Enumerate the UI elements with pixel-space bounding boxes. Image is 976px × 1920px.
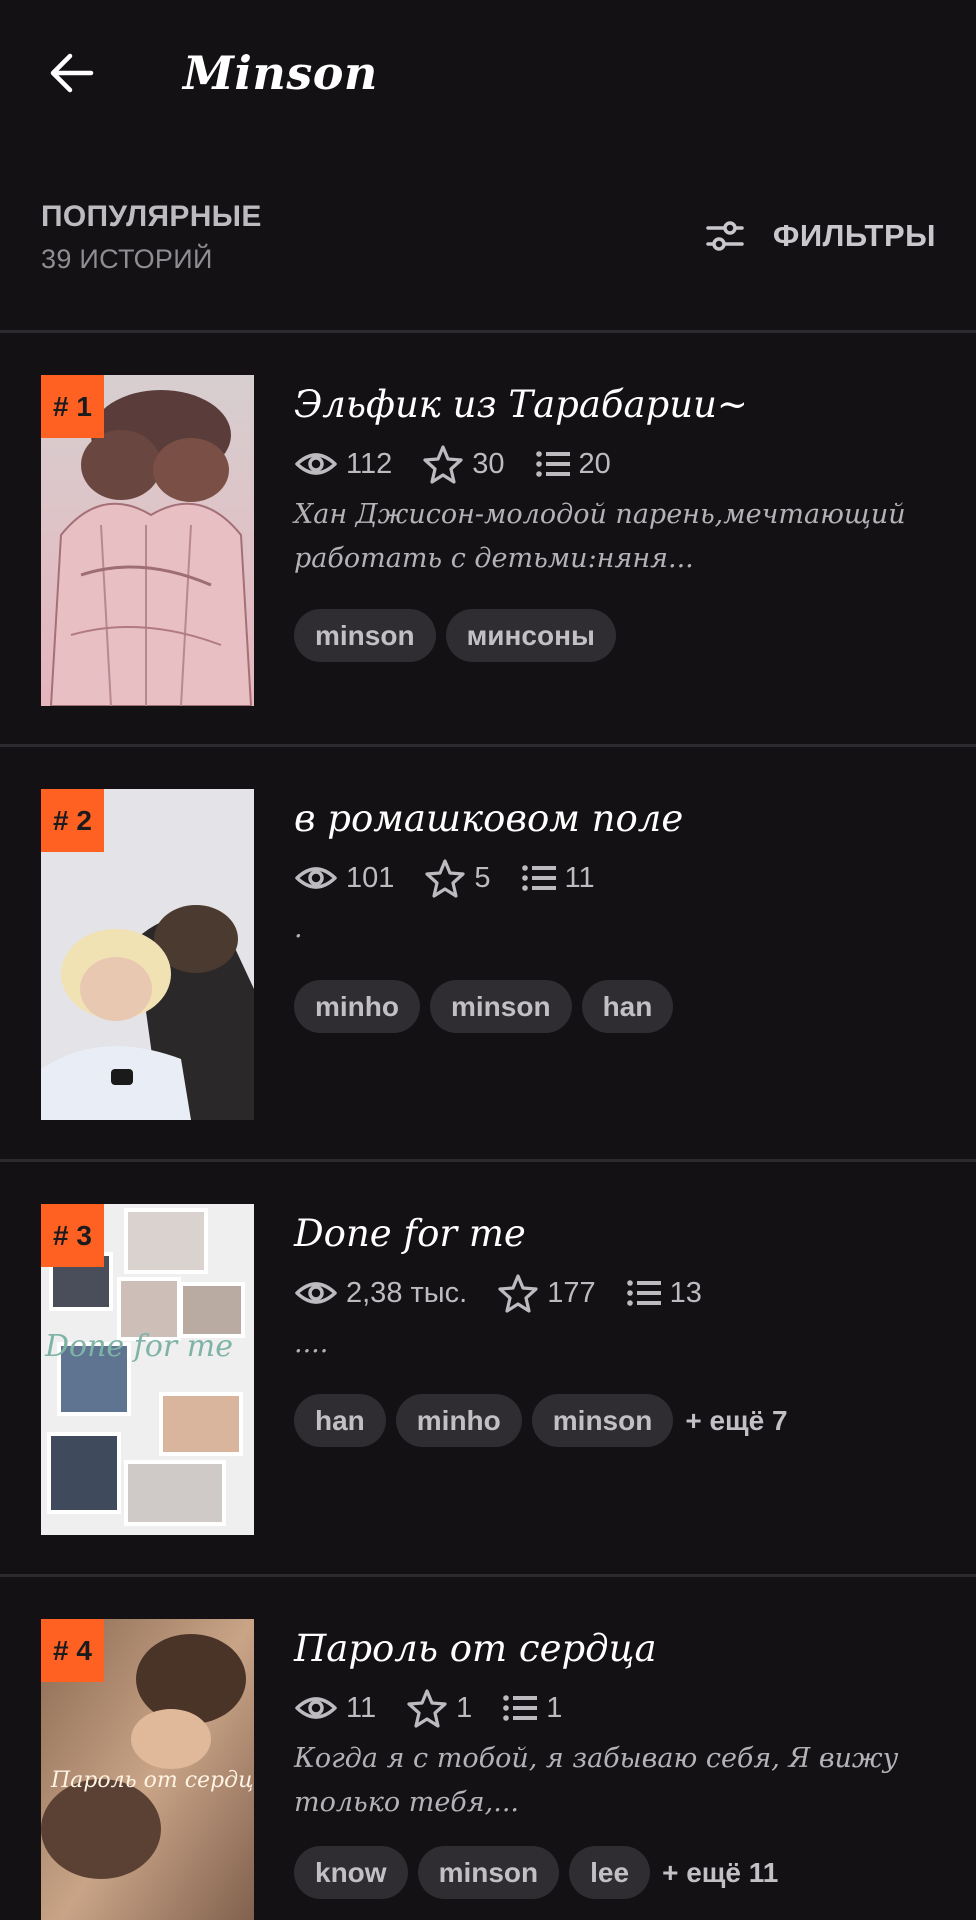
tag-chip[interactable]: minson [531, 1394, 674, 1447]
story-card[interactable]: Пароль от сердца # 4 Пароль от сердца 11… [0, 1575, 976, 1920]
story-cover[interactable]: Done for me # 3 [41, 1204, 254, 1535]
story-title[interactable]: Done for me [294, 1212, 946, 1255]
parts-stat: 13 [626, 1277, 702, 1310]
parts-stat: 11 [521, 862, 595, 895]
tag-chip[interactable]: minson [430, 980, 572, 1033]
tag-list: minho minson han [294, 980, 674, 1033]
eye-icon [295, 867, 337, 889]
list-icon [535, 451, 570, 477]
stars-stat: 30 [422, 444, 505, 484]
rank-badge: # 1 [41, 375, 104, 438]
views-stat: 2,38 тыс. [294, 1277, 467, 1310]
filter-button[interactable]: ФИЛЬТРЫ [705, 212, 936, 260]
tag-chip[interactable]: minson [417, 1846, 560, 1899]
top-app-bar: Minson [0, 0, 976, 145]
list-icon [521, 865, 556, 891]
tag-chip[interactable]: han [581, 980, 674, 1033]
stars-count: 177 [547, 1276, 596, 1309]
eye-icon [295, 453, 337, 475]
tag-chip[interactable]: han [294, 1394, 386, 1447]
filter-label: ФИЛЬТРЫ [772, 218, 936, 253]
views-stat: 11 [294, 1692, 376, 1725]
tag-list: minson минсоны [294, 609, 616, 662]
stars-count: 1 [456, 1691, 473, 1724]
story-count: 39 ИСТОРИЙ [41, 244, 213, 274]
tag-chip[interactable]: minho [294, 980, 420, 1033]
list-icon [626, 1280, 661, 1306]
svg-text:Done for me: Done for me [44, 1329, 233, 1364]
story-description: .... [294, 1328, 329, 1359]
stars-stat: 1 [406, 1688, 472, 1728]
story-description: Когда я с тобой, я забываю себя, Я вижу … [294, 1743, 899, 1818]
story-title[interactable]: Эльфик из Тарабарии~ [294, 383, 946, 426]
views-stat: 101 [294, 862, 394, 895]
story-cover[interactable]: # 2 [41, 789, 254, 1120]
story-card[interactable]: Done for me # 3 Done for me 2,38 тыс. 17… [0, 1160, 976, 1572]
story-card[interactable]: # 2 в ромашковом поле 101 5 11 . minho m… [0, 745, 976, 1157]
parts-stat: 1 [502, 1692, 562, 1725]
arrow-left-icon [50, 53, 94, 93]
views-count: 112 [346, 447, 393, 480]
rank-badge: # 2 [41, 789, 104, 852]
parts-count: 11 [564, 861, 595, 894]
parts-count: 1 [546, 1691, 563, 1724]
parts-count: 20 [578, 447, 611, 480]
story-stats: 11 1 1 [294, 1687, 592, 1729]
eye-icon [295, 1282, 337, 1304]
stars-stat: 177 [497, 1273, 596, 1313]
tag-chip[interactable]: minson [294, 609, 436, 662]
story-stats: 101 5 11 [294, 857, 625, 899]
sort-label[interactable]: ПОПУЛЯРНЫЕ [41, 200, 262, 234]
stars-stat: 5 [424, 858, 491, 898]
rank-badge: # 4 [41, 1619, 104, 1682]
star-icon [423, 445, 463, 484]
views-stat: 112 [294, 448, 392, 481]
tag-list: know minson lee + ещё 11 [294, 1846, 778, 1899]
views-count: 101 [346, 861, 395, 894]
tag-chip[interactable]: минсоны [445, 609, 616, 662]
star-icon [498, 1274, 538, 1313]
rank-badge: # 3 [41, 1204, 104, 1267]
star-icon [407, 1689, 447, 1728]
parts-count: 13 [669, 1276, 702, 1309]
story-stats: 112 30 20 [294, 443, 641, 485]
page-title: Minson [183, 46, 378, 100]
stars-count: 5 [474, 861, 491, 894]
more-tags-link[interactable]: + ещё 11 [662, 1857, 778, 1889]
back-button[interactable] [38, 40, 104, 106]
star-icon [425, 859, 465, 898]
story-cover[interactable]: Пароль от сердца # 4 [41, 1619, 254, 1920]
tag-chip[interactable]: know [294, 1846, 408, 1899]
list-icon [503, 1695, 538, 1721]
tag-chip[interactable]: minho [395, 1394, 522, 1447]
story-cover[interactable]: # 1 [41, 375, 254, 706]
views-count: 11 [346, 1691, 377, 1724]
story-title[interactable]: Пароль от сердца [294, 1627, 946, 1670]
story-description: Хан Джисон-молодой парень,мечтающий рабо… [294, 499, 906, 574]
more-tags-link[interactable]: + ещё 7 [685, 1405, 787, 1437]
tag-list: han minho minson + ещё 7 [294, 1394, 788, 1447]
sort-bar: ПОПУЛЯРНЫЕ 39 ИСТОРИЙ ФИЛЬТРЫ [0, 190, 976, 290]
parts-stat: 20 [535, 448, 611, 481]
story-description: . [294, 913, 303, 944]
views-count: 2,38 тыс. [346, 1276, 468, 1309]
stars-count: 30 [472, 447, 505, 480]
eye-icon [295, 1697, 337, 1719]
story-card[interactable]: # 1 Эльфик из Тарабарии~ 112 30 20 Хан Д… [0, 331, 976, 743]
tag-chip[interactable]: lee [569, 1846, 651, 1899]
story-stats: 2,38 тыс. 177 13 [294, 1272, 732, 1314]
story-title[interactable]: в ромашковом поле [294, 797, 946, 840]
sliders-icon [706, 221, 744, 251]
svg-text:Пароль от сердца: Пароль от сердца [50, 1768, 254, 1793]
